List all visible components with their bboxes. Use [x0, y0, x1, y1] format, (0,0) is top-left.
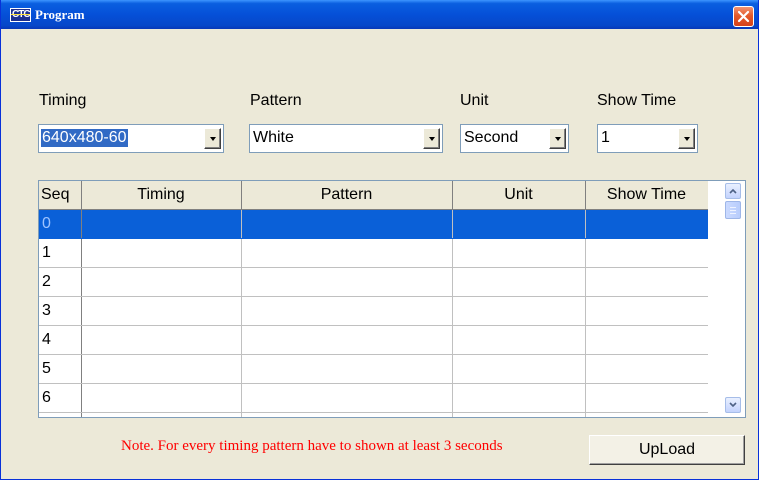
- unit-select[interactable]: Second: [460, 124, 569, 153]
- row-timing[interactable]: [81, 296, 242, 326]
- row-timing[interactable]: [81, 209, 242, 239]
- row-show-time[interactable]: [585, 209, 709, 239]
- row-unit[interactable]: [452, 325, 586, 355]
- row-show-time[interactable]: [585, 267, 709, 297]
- scroll-down-button[interactable]: [725, 397, 741, 413]
- row-unit[interactable]: [452, 354, 586, 384]
- chevron-down-icon[interactable]: [678, 128, 695, 149]
- window-title: Program: [35, 7, 85, 22]
- column-header-pattern[interactable]: Pattern: [241, 181, 453, 210]
- timing-select[interactable]: 640x480-60: [38, 124, 224, 153]
- title-bar[interactable]: CTC Program: [1, 0, 758, 29]
- row-show-time[interactable]: [585, 296, 709, 326]
- table-row[interactable]: 2: [39, 267, 709, 297]
- row-seq: 1: [39, 238, 82, 268]
- table-row[interactable]: 0: [39, 209, 709, 239]
- chevron-down-icon: [729, 402, 737, 408]
- table-row[interactable]: 3: [39, 296, 709, 326]
- timing-label: Timing: [39, 92, 87, 109]
- chevron-down-icon[interactable]: [204, 128, 221, 149]
- row-unit[interactable]: [452, 209, 586, 239]
- row-show-time[interactable]: [585, 354, 709, 384]
- program-window: CTC Program Timing Pattern Unit Show Tim…: [0, 0, 759, 480]
- show-time-select[interactable]: 1: [597, 124, 698, 153]
- row-show-time[interactable]: [585, 238, 709, 268]
- row-timing[interactable]: [81, 238, 242, 268]
- upload-button[interactable]: UpLoad: [589, 435, 745, 465]
- row-seq: 2: [39, 267, 82, 297]
- column-header-seq[interactable]: Seq: [39, 181, 82, 210]
- row-show-time[interactable]: [585, 383, 709, 413]
- unit-label: Unit: [460, 92, 489, 109]
- show-time-label: Show Time: [597, 92, 677, 109]
- column-header-unit[interactable]: Unit: [452, 181, 586, 210]
- row-pattern[interactable]: [241, 209, 453, 239]
- close-icon: [737, 10, 750, 23]
- scroll-up-button[interactable]: [725, 183, 741, 199]
- table-row[interactable]: [39, 412, 709, 417]
- row-unit[interactable]: [452, 296, 586, 326]
- row-seq: 6: [39, 383, 82, 413]
- scroll-thumb[interactable]: [725, 201, 741, 219]
- row-show-time[interactable]: [585, 325, 709, 355]
- row-timing[interactable]: [81, 325, 242, 355]
- row-pattern[interactable]: [241, 238, 453, 268]
- row-unit[interactable]: [452, 383, 586, 413]
- row-pattern[interactable]: [241, 325, 453, 355]
- row-unit[interactable]: [452, 238, 586, 268]
- row-seq: 4: [39, 325, 82, 355]
- chevron-down-icon[interactable]: [423, 128, 440, 149]
- row-pattern[interactable]: [241, 267, 453, 297]
- row-seq: 5: [39, 354, 82, 384]
- row-timing[interactable]: [81, 383, 242, 413]
- note-text: Note. For every timing pattern have to s…: [121, 438, 503, 454]
- row-seq: 3: [39, 296, 82, 326]
- pattern-select-value: White: [253, 129, 294, 146]
- column-header-timing[interactable]: Timing: [81, 181, 242, 210]
- chevron-up-icon: [729, 188, 737, 194]
- timing-select-value: 640x480-60: [41, 129, 128, 147]
- table-row[interactable]: 1: [39, 238, 709, 268]
- row-seq: 0: [39, 209, 82, 239]
- close-button[interactable]: [733, 6, 754, 27]
- row-pattern[interactable]: [241, 296, 453, 326]
- chevron-down-icon[interactable]: [549, 128, 566, 149]
- column-header-show-time[interactable]: Show Time: [585, 181, 709, 210]
- table-row[interactable]: 4: [39, 325, 709, 355]
- app-logo-icon: CTC: [10, 8, 31, 22]
- pattern-select[interactable]: White: [249, 124, 443, 153]
- unit-select-value: Second: [464, 129, 519, 146]
- vertical-scrollbar[interactable]: [708, 181, 745, 417]
- row-pattern[interactable]: [241, 383, 453, 413]
- table-row[interactable]: 5: [39, 354, 709, 384]
- row-unit[interactable]: [452, 267, 586, 297]
- show-time-select-value: 1: [601, 129, 610, 146]
- row-timing[interactable]: [81, 354, 242, 384]
- row-timing[interactable]: [81, 267, 242, 297]
- program-table[interactable]: Seq Timing Pattern Unit Show Time 0 1 2 …: [38, 180, 746, 418]
- table-row[interactable]: 6: [39, 383, 709, 413]
- row-pattern[interactable]: [241, 354, 453, 384]
- pattern-label: Pattern: [250, 92, 302, 109]
